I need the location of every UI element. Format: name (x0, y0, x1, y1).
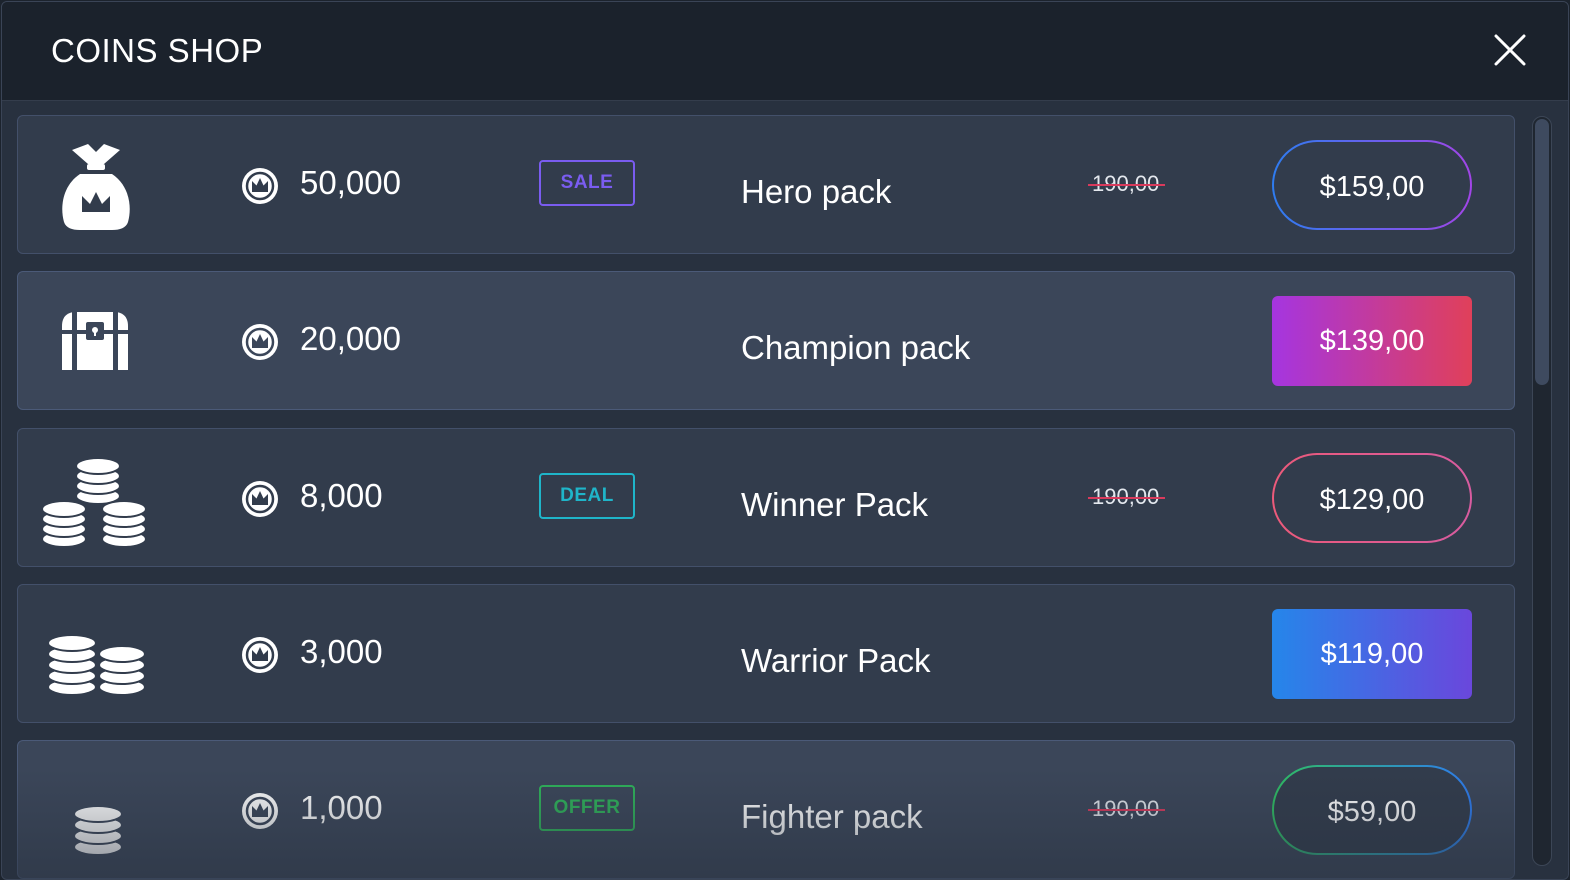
treasure-chest-icon (40, 294, 150, 389)
deal-badge: DEAL (539, 473, 635, 519)
coin-stacks-icon (40, 451, 150, 548)
crown-coin-icon (240, 479, 280, 519)
pack-name: Winner Pack (741, 486, 929, 523)
pack-name: Champion pack (741, 329, 971, 366)
pack-name: Warrior Pack (741, 642, 931, 679)
buy-button-champion[interactable]: $139,00 (1272, 296, 1472, 386)
buy-button-warrior[interactable]: $119,00 (1272, 609, 1472, 699)
pack-name: Fighter pack (741, 798, 923, 835)
pack-row-champion[interactable]: 20,000 Champion pack $139,00 (17, 271, 1515, 410)
close-icon[interactable] (1490, 30, 1530, 70)
strikethrough-line (1088, 184, 1166, 186)
crown-coin-icon (240, 166, 280, 206)
coins-shop-window: COINS SHOP 50,000 SALE Hero pack 190,00 … (1, 1, 1569, 880)
coin-amount: 20,000 (300, 320, 401, 357)
pack-name: Hero pack (741, 173, 892, 210)
coin-amount: 1,000 (300, 789, 383, 826)
coin-amount: 50,000 (300, 164, 401, 201)
coin-amount: 8,000 (300, 477, 383, 514)
offer-badge: OFFER (539, 785, 635, 831)
crown-coin-icon (240, 322, 280, 362)
scrollbar[interactable] (1532, 116, 1552, 866)
title-bar: COINS SHOP (2, 2, 1568, 101)
old-price: 190,00 (1088, 171, 1166, 197)
pack-row-hero[interactable]: 50,000 SALE Hero pack 190,00 $159,00 (17, 115, 1515, 254)
buy-button-winner[interactable]: $129,00 (1272, 453, 1472, 543)
scrollbar-thumb[interactable] (1535, 119, 1549, 385)
pack-row-winner[interactable]: 8,000 DEAL Winner Pack 190,00 $129,00 (17, 428, 1515, 567)
pack-row-fighter[interactable]: 1,000 OFFER Fighter pack 190,00 $59,00 (17, 740, 1515, 879)
old-price: 190,00 (1088, 796, 1166, 822)
crown-coin-icon (240, 791, 280, 831)
crown-coin-icon (240, 635, 280, 675)
buy-button-hero[interactable]: $159,00 (1272, 140, 1472, 230)
strikethrough-line (1088, 497, 1166, 499)
coin-stack-icon (40, 763, 150, 858)
buy-button-fighter[interactable]: $59,00 (1272, 765, 1472, 855)
coin-piles-icon (40, 607, 150, 702)
sale-badge: SALE (539, 160, 635, 206)
pack-row-warrior[interactable]: 3,000 Warrior Pack $119,00 (17, 584, 1515, 723)
money-bag-icon (40, 138, 150, 233)
strikethrough-line (1088, 809, 1166, 811)
coin-amount: 3,000 (300, 633, 383, 670)
window-title: COINS SHOP (51, 32, 264, 69)
old-price: 190,00 (1088, 484, 1166, 510)
